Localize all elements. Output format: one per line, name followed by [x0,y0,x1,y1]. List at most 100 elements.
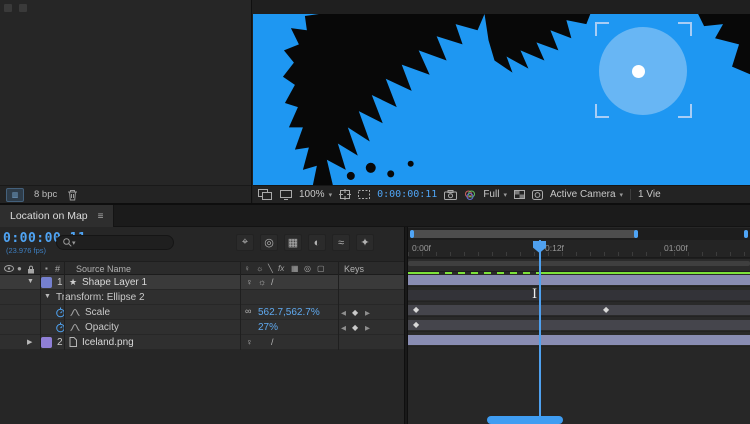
view-camera-dropdown[interactable]: Active Camera [550,189,616,200]
scale-value[interactable]: 562.7,562.7% [258,307,320,318]
composition-mini-flowchart-icon[interactable]: ⌖ [236,234,254,251]
property-group-row-transform[interactable]: ▼ Transform: Ellipse 2 [0,290,404,305]
show-channels-icon[interactable] [464,190,476,200]
link-dimensions-icon[interactable]: ∞ [245,306,251,316]
layer-row-shape-layer-1[interactable]: ▼ 1 ★ Shape Layer 1 ♀ ☼ / [0,275,404,290]
magnification-dropdown[interactable]: 100% [299,189,325,200]
property-row-scale[interactable]: Scale ∞ 562.7,562.7% ◀ ◆ ▶ [0,305,404,320]
motion-blur-switch-icon[interactable]: ◎ [304,264,311,273]
twirl-closed-icon[interactable]: ▶ [27,338,32,346]
navigator-end-bracket[interactable] [744,230,748,238]
track-row-iceland-png[interactable] [408,332,750,347]
previous-keyframe-icon[interactable]: ◀ [341,309,346,317]
timeline-tab[interactable]: Location on Map ≡ [0,205,114,227]
index-column-header[interactable]: # [55,264,60,274]
selection-corner-icon[interactable] [678,104,692,118]
collapse-switch-icon[interactable]: ♀ [246,277,253,287]
quality-switch-icon[interactable]: / [271,277,274,287]
resolution-dropdown[interactable]: Full [483,189,499,200]
panel-icon[interactable] [19,4,27,12]
current-time-indicator-line[interactable] [539,240,541,424]
region-of-interest-icon[interactable] [358,190,370,199]
time-ruler[interactable]: 0:00f 0:12f 01:00f [408,240,750,258]
track-row-scale[interactable]: ◆ ◆ [408,302,750,317]
add-keyframe-icon[interactable]: ◆ [352,308,358,317]
timeline-search-field[interactable]: ▾ [56,235,174,250]
primary-viewer-icon[interactable] [280,190,292,200]
graph-editor-include-icon[interactable] [70,323,80,332]
layer-row-iceland-png[interactable]: ▶ 2 Iceland.png ♀ / [0,335,404,350]
layer-name[interactable]: Iceland.png [82,337,134,348]
property-label[interactable]: Scale [85,307,110,318]
panel-icon[interactable] [4,4,12,12]
view-layout-dropdown[interactable]: 1 Vie [638,189,661,200]
shy-toggle-icon[interactable]: ◎ [260,234,278,251]
quality-switch-icon[interactable]: / [271,337,274,347]
time-navigator[interactable] [408,228,750,240]
track-row-transform-group[interactable] [408,287,750,302]
keys-column-header[interactable]: Keys [344,264,364,274]
horizontal-scrollbar-thumb[interactable] [487,416,563,424]
navigator-end-handle[interactable] [634,230,638,238]
chevron-down-icon[interactable]: ▾ [503,191,507,199]
three-d-switch-icon[interactable]: ▢ [317,264,325,273]
preview-timecode[interactable]: 0:00:00:11 [377,189,437,200]
motion-blur-toggle-icon[interactable]: ◐ [308,234,326,251]
source-name-column-header[interactable]: Source Name [76,264,131,274]
track-row-shape-layer-1[interactable] [408,272,750,287]
transparency-grid-icon[interactable] [514,190,525,199]
graph-editor-include-icon[interactable] [70,308,80,317]
zoom-region-icon[interactable] [339,189,351,200]
keyframe-icon[interactable]: ◆ [413,305,419,314]
previous-keyframe-icon[interactable]: ◀ [341,324,346,332]
add-keyframe-icon[interactable]: ◆ [352,323,358,332]
layer-selection-bounds[interactable] [595,22,692,118]
layer-duration-bar[interactable] [408,335,750,345]
label-color-swatch[interactable] [41,277,52,288]
selection-corner-icon[interactable] [678,22,692,36]
property-group-label[interactable]: Transform: Ellipse 2 [56,292,145,303]
frame-blend-switch-icon[interactable]: ▦ [291,264,299,273]
twirl-open-icon[interactable]: ▼ [27,278,34,285]
graph-editor-icon[interactable]: ✦ [356,234,374,251]
twirl-open-icon[interactable]: ▼ [44,293,51,300]
chevron-down-icon[interactable]: ▾ [620,191,624,199]
keyframe-icon[interactable]: ◆ [603,305,609,314]
property-row-opacity[interactable]: Opacity 27% ◀ ◆ ▶ [0,320,404,335]
bit-depth-button[interactable]: 8 bpc [34,189,57,200]
trash-icon[interactable] [67,189,78,201]
always-preview-icon[interactable] [258,189,273,200]
track-row-opacity[interactable]: ◆ [408,317,750,332]
label-column-icon[interactable]: ▪ [45,264,48,273]
next-keyframe-icon[interactable]: ▶ [365,324,370,332]
work-area-bar[interactable] [408,261,750,266]
rasterize-switch-icon[interactable]: ☼ [258,277,266,287]
selection-corner-icon[interactable] [595,22,609,36]
quality-switch-icon[interactable]: ╲ [268,264,273,273]
video-eye-icon[interactable] [4,265,14,272]
rasterize-switch-icon[interactable]: ☼ [256,264,263,273]
layer-duration-bar[interactable] [408,275,750,285]
selection-corner-icon[interactable] [595,104,609,118]
brainstorm-icon[interactable]: ≈ [332,234,350,251]
property-label[interactable]: Opacity [85,322,119,333]
layer-name[interactable]: Shape Layer 1 [82,277,147,288]
panel-menu-icon[interactable]: ≡ [98,211,104,222]
opacity-value[interactable]: 27% [258,322,278,333]
time-navigator-thumb[interactable] [410,230,638,238]
lock-icon[interactable] [27,265,35,274]
chevron-down-icon[interactable]: ▾ [329,191,333,199]
snapshot-camera-icon[interactable] [444,190,457,200]
mask-visibility-icon[interactable] [532,190,543,200]
frame-blend-toggle-icon[interactable]: ▦ [284,234,302,251]
label-color-swatch[interactable] [41,337,52,348]
solo-icon[interactable]: ● [17,264,22,273]
composition-view[interactable] [253,14,750,185]
fx-switch-icon[interactable]: fx [278,264,284,273]
search-options-chevron-icon[interactable]: ▾ [72,239,76,247]
preview-thumbnail-icon[interactable]: ▥ [6,188,24,202]
navigator-start-handle[interactable] [410,230,414,238]
keyframe-icon[interactable]: ◆ [413,320,419,329]
collapse-switch-icon[interactable]: ♀ [244,264,250,273]
next-keyframe-icon[interactable]: ▶ [365,309,370,317]
